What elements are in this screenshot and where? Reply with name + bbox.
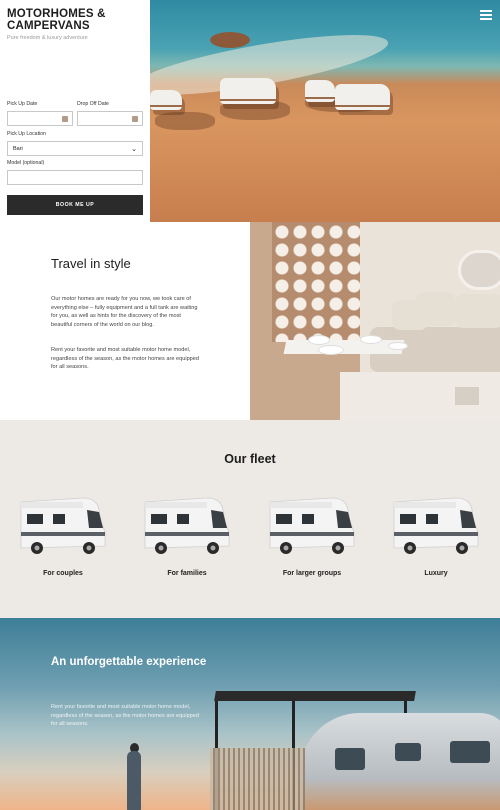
motorhome-interior-photo bbox=[250, 222, 500, 420]
travel-title: Travel in style bbox=[51, 256, 131, 271]
chevron-down-icon: ⌄ bbox=[131, 146, 137, 153]
hamburger-menu-icon[interactable] bbox=[480, 10, 492, 20]
pickup-location-value: Bari bbox=[13, 146, 23, 152]
fleet-label: For families bbox=[167, 570, 207, 577]
fleet-label: For larger groups bbox=[282, 570, 342, 577]
travel-section: Travel in style Our motor homes are read… bbox=[0, 222, 500, 420]
dropoff-date-field[interactable] bbox=[77, 111, 143, 126]
fleet-label: For couples bbox=[43, 570, 83, 577]
fleet-title: Our fleet bbox=[224, 452, 276, 466]
fleet-item-families[interactable]: For families bbox=[137, 488, 237, 583]
airstream-trailer-image bbox=[300, 713, 500, 810]
experience-title: An unforgettable experience bbox=[51, 656, 207, 668]
calendar-icon bbox=[132, 116, 138, 122]
travel-paragraph-2: Rent your favorite and most suitable mot… bbox=[51, 347, 200, 370]
brand-tagline: Pure freedom & luxury adventure bbox=[7, 35, 88, 41]
pickup-location-select[interactable]: Bari ⌄ bbox=[7, 141, 143, 156]
model-input[interactable] bbox=[7, 170, 143, 185]
pergola-image bbox=[214, 691, 416, 701]
fleet-item-larger-groups[interactable]: For larger groups bbox=[262, 488, 362, 583]
fleet-label: Luxury bbox=[424, 570, 448, 577]
book-me-up-button[interactable]: BOOK ME UP bbox=[7, 195, 143, 215]
calendar-icon bbox=[62, 116, 68, 122]
model-label: Model (optional) bbox=[7, 160, 45, 166]
motorhome-image bbox=[144, 497, 230, 554]
experience-section: An unforgettable experience Rent your fa… bbox=[0, 618, 500, 810]
pickup-date-label: Pick Up Date bbox=[7, 101, 38, 107]
motorhome-image bbox=[269, 497, 355, 554]
fleet-section: Our fleet For couples For families For l… bbox=[0, 420, 500, 618]
pickup-date-field[interactable] bbox=[7, 111, 73, 126]
site-brand[interactable]: MOTORHOMES & CAMPERVANS bbox=[7, 8, 147, 32]
travel-paragraph-1: Our motor homes are ready for you now, w… bbox=[51, 296, 198, 328]
motorhome-image bbox=[20, 497, 106, 554]
fleet-item-couples[interactable]: For couples bbox=[13, 488, 113, 583]
motorhome-image bbox=[393, 497, 479, 554]
hero-section: MOTORHOMES & CAMPERVANS Pure freedom & l… bbox=[0, 0, 500, 222]
hero-coast-photo bbox=[150, 0, 500, 222]
pickup-location-label: Pick Up Location bbox=[7, 131, 46, 137]
experience-paragraph: Rent your favorite and most suitable mot… bbox=[51, 704, 200, 727]
booking-panel: MOTORHOMES & CAMPERVANS Pure freedom & l… bbox=[0, 0, 150, 222]
fleet-item-luxury[interactable]: Luxury bbox=[386, 488, 486, 583]
dropoff-date-label: Drop Off Date bbox=[77, 101, 109, 107]
